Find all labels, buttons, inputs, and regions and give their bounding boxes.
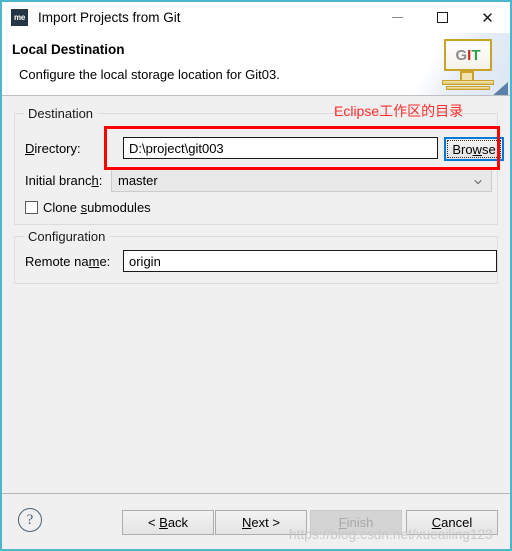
configuration-group: Configuration Remote name: origin (14, 229, 498, 284)
remote-name-input[interactable]: origin (123, 250, 497, 272)
dialog-window: me Import Projects from Git ✕ Local Dest… (0, 0, 512, 551)
maximize-icon (437, 12, 448, 23)
configuration-group-label: Configuration (24, 229, 110, 244)
window-controls: ✕ (375, 2, 510, 33)
destination-group: Destination Directory: D:\project\git003… (14, 106, 504, 225)
next-button-label: Next > (242, 515, 280, 530)
close-button[interactable]: ✕ (465, 2, 510, 33)
annotation-text: Eclipse工作区的目录 (334, 103, 464, 119)
git-logo-icon: G I T (440, 39, 496, 91)
wizard-header: Local Destination Configure the local st… (2, 33, 510, 96)
dialog-body: Destination Directory: D:\project\git003… (2, 96, 510, 493)
git-logo-base-upper (442, 80, 494, 85)
checkbox-icon[interactable] (25, 201, 38, 214)
git-logo-letter-t: T (471, 46, 481, 64)
initial-branch-combobox[interactable]: master (111, 169, 492, 192)
help-icon[interactable]: ? (18, 508, 42, 532)
browse-button[interactable]: Browse (444, 137, 504, 161)
destination-group-label: Destination (24, 106, 98, 121)
minimize-button[interactable] (375, 2, 420, 33)
directory-label: Directory: (25, 141, 81, 156)
app-icon: me (11, 9, 28, 26)
back-button[interactable]: < Back (122, 510, 214, 535)
git-logo-letter-g: G (455, 46, 468, 64)
watermark-text: https://blog.csdn.net/xueailing123 (289, 527, 493, 542)
header-corner-triangle (491, 82, 508, 95)
back-button-label: < Back (147, 515, 189, 530)
clone-submodules-label: Clone submodules (43, 200, 151, 215)
window-title: Import Projects from Git (38, 10, 181, 25)
dialog-footer: ? < Back Next > Finish Cancel https://bl… (2, 493, 510, 549)
page-title: Local Destination (12, 42, 125, 57)
directory-input[interactable]: D:\project\git003 (123, 137, 438, 159)
git-logo-panel: G I T (444, 39, 492, 71)
initial-branch-label: Initial branch: (25, 173, 103, 188)
maximize-button[interactable] (420, 2, 465, 33)
initial-branch-value: master (118, 173, 158, 188)
browse-button-label: Browse (452, 141, 496, 157)
git-logo-base-lower (446, 86, 490, 90)
chevron-down-icon (474, 179, 482, 184)
minimize-icon (392, 17, 403, 18)
title-bar[interactable]: me Import Projects from Git ✕ (2, 2, 510, 33)
page-description: Configure the local storage location for… (19, 67, 280, 82)
remote-name-label: Remote name: (25, 254, 111, 269)
clone-submodules-checkbox[interactable]: Clone submodules (25, 200, 151, 215)
